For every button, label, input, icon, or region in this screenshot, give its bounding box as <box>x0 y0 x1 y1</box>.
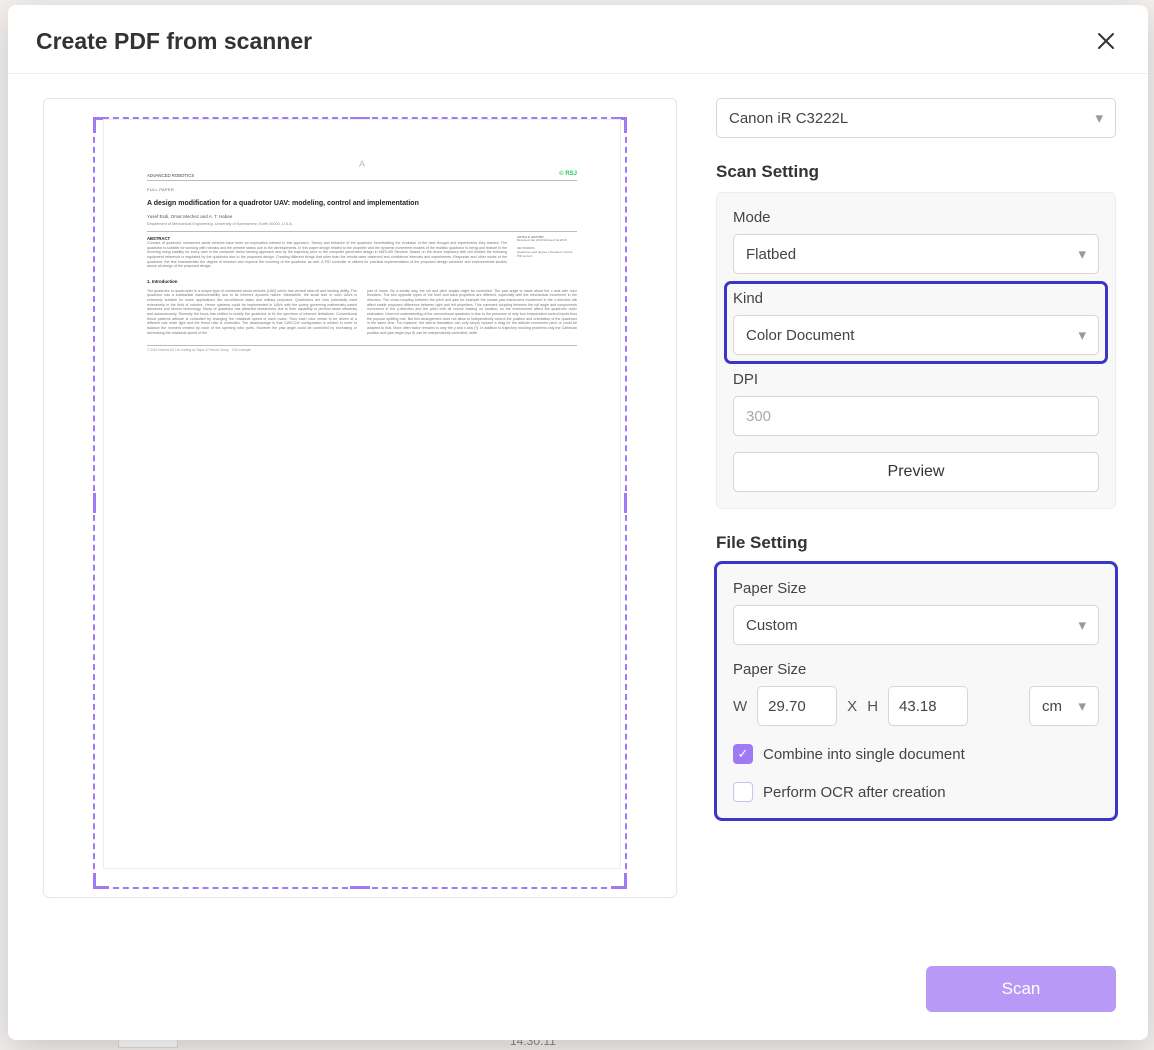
chevron-down-icon: ▾ <box>1078 616 1086 634</box>
unit-select[interactable]: cm ▾ <box>1029 686 1099 726</box>
check-icon: ✓ <box>738 746 749 762</box>
ocr-checkbox[interactable] <box>733 782 753 802</box>
paper-size-select-value: Custom <box>746 617 798 634</box>
paper-width-value: 29.70 <box>768 698 806 715</box>
paper-size-row: W 29.70 X H 43.18 cm ▾ <box>733 686 1099 726</box>
dpi-input[interactable]: 300 <box>733 396 1099 436</box>
dialog-footer: Scan <box>8 948 1148 1040</box>
scanner-select-value: Canon iR C3222L <box>729 110 848 127</box>
close-button[interactable] <box>1092 27 1120 55</box>
chevron-down-icon: ▾ <box>1095 109 1103 127</box>
mode-label: Mode <box>733 209 1099 226</box>
combine-checkbox-row[interactable]: ✓ Combine into single document <box>733 744 1099 764</box>
paper-height-input[interactable]: 43.18 <box>888 686 968 726</box>
paper-height-value: 43.18 <box>899 698 937 715</box>
mode-select[interactable]: Flatbed ▾ <box>733 234 1099 274</box>
doc-tag: FULL PAPER <box>147 187 577 192</box>
paper-width-input[interactable]: 29.70 <box>757 686 837 726</box>
close-icon <box>1097 32 1115 50</box>
crop-marquee[interactable]: A ADVANCED ROBOTICS © RSJ FULL PAPER A d… <box>93 117 627 889</box>
doc-title: A design modification for a quadrotor UA… <box>147 199 577 208</box>
paper-size-dim-label: Paper Size <box>733 661 1099 678</box>
paper-size-label: Paper Size <box>733 580 1099 597</box>
crop-handle-bl[interactable] <box>93 873 109 889</box>
dialog-header: Create PDF from scanner <box>8 5 1148 74</box>
settings-column: Canon iR C3222L ▾ Scan Setting Mode Flat… <box>680 98 1116 948</box>
file-setting-title: File Setting <box>716 533 1116 553</box>
preview-button[interactable]: Preview <box>733 452 1099 492</box>
doc-logo: © RSJ <box>559 171 577 179</box>
ocr-checkbox-row[interactable]: Perform OCR after creation <box>733 782 1099 802</box>
chevron-down-icon: ▾ <box>1078 245 1086 263</box>
dialog-body: A ADVANCED ROBOTICS © RSJ FULL PAPER A d… <box>8 74 1148 948</box>
crop-handle-right[interactable] <box>624 493 627 513</box>
crop-handle-left[interactable] <box>93 493 96 513</box>
chevron-down-icon: ▾ <box>1078 697 1086 715</box>
scan-setting-title: Scan Setting <box>716 162 1116 182</box>
combine-checkbox[interactable]: ✓ <box>733 744 753 764</box>
paper-size-select[interactable]: Custom ▾ <box>733 605 1099 645</box>
dialog-title: Create PDF from scanner <box>36 28 312 55</box>
doc-section-1: 1. Introduction <box>147 279 577 285</box>
dpi-value: 300 <box>746 408 771 425</box>
kind-select[interactable]: Color Document ▾ <box>733 315 1099 355</box>
doc-abstract-text: Concept of quadrotor unmanned aerial veh… <box>147 241 507 269</box>
doc-authors: Yusef Esdi, Omar Mechez and A. T. Habee <box>147 214 577 220</box>
kind-select-value: Color Document <box>746 327 854 344</box>
preview-button-label: Preview <box>888 463 945 481</box>
scan-setting-panel: Mode Flatbed ▾ Kind Color Document ▾ DPI <box>716 192 1116 509</box>
crop-handle-br[interactable] <box>611 873 627 889</box>
scanner-select[interactable]: Canon iR C3222L ▾ <box>716 98 1116 138</box>
combine-label: Combine into single document <box>763 746 965 763</box>
kind-label: Kind <box>733 290 1099 307</box>
kind-field-highlight: Kind Color Document ▾ <box>727 284 1105 361</box>
scan-button[interactable]: Scan <box>926 966 1116 1012</box>
doc-journal: ADVANCED ROBOTICS <box>147 173 194 179</box>
chevron-down-icon: ▾ <box>1078 326 1086 344</box>
ocr-label: Perform OCR after creation <box>763 784 946 801</box>
preview-pane: A ADVANCED ROBOTICS © RSJ FULL PAPER A d… <box>43 98 677 898</box>
scan-button-label: Scan <box>1002 979 1041 998</box>
preview-column: A ADVANCED ROBOTICS © RSJ FULL PAPER A d… <box>40 98 680 948</box>
doc-footer: © 2019 Informa UK Ltd, trading as Taylor… <box>147 345 577 352</box>
doc-affiliation: Department of Mechanical Engineering, Un… <box>147 222 577 227</box>
unit-value: cm <box>1042 698 1062 715</box>
file-setting-panel: Paper Size Custom ▾ Paper Size W 29.70 X <box>716 563 1116 819</box>
x-separator: X <box>847 698 857 715</box>
crop-handle-bottom[interactable] <box>350 886 370 889</box>
width-prefix: W <box>733 698 747 715</box>
create-pdf-from-scanner-dialog: Create PDF from scanner <box>8 5 1148 1040</box>
dpi-label: DPI <box>733 371 1099 388</box>
height-prefix: H <box>867 698 878 715</box>
scanned-document-preview: A ADVANCED ROBOTICS © RSJ FULL PAPER A d… <box>103 119 621 869</box>
mode-select-value: Flatbed <box>746 246 796 263</box>
